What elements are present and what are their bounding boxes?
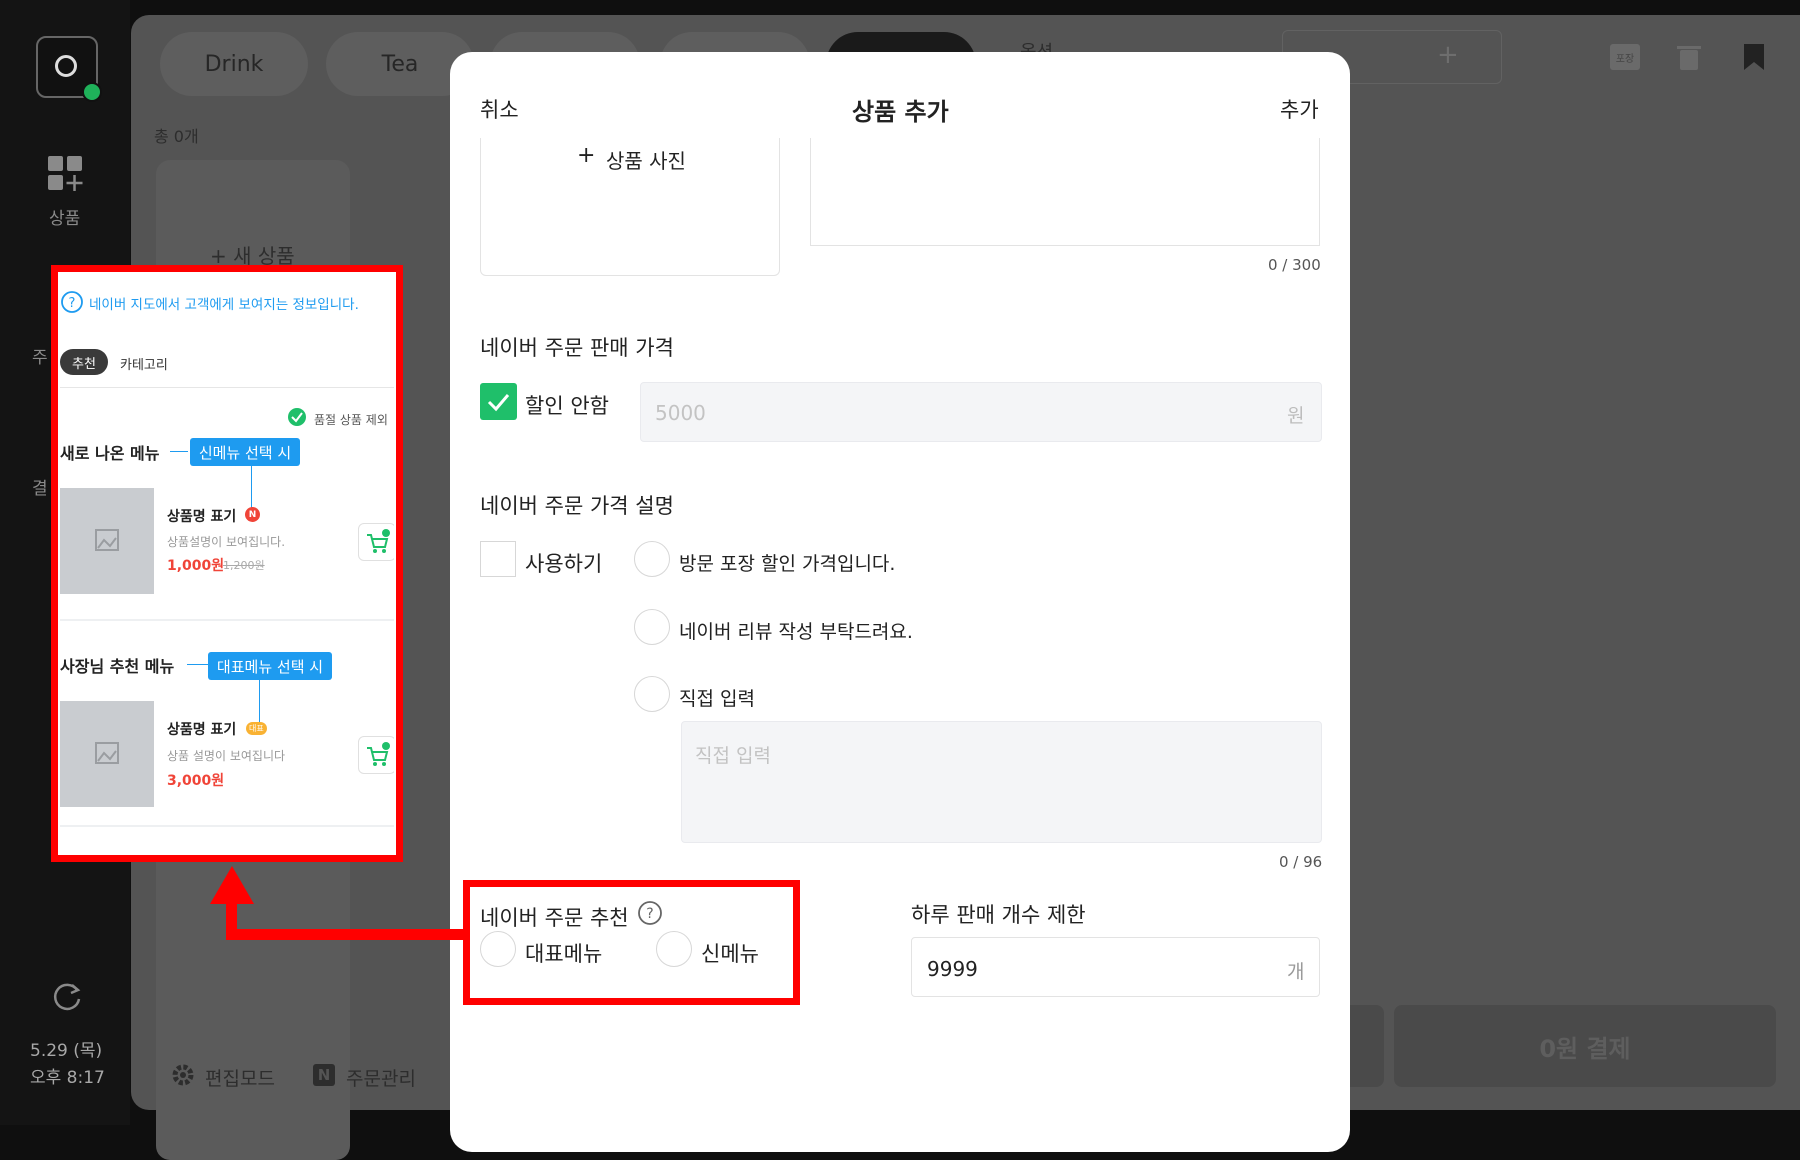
sidebar-item-payment-stub[interactable]: 결 [32,474,48,499]
cancel-button[interactable]: 취소 [480,94,519,124]
connector-line [170,451,188,452]
preview-item1-name: 상품명 표기 [167,509,237,525]
daily-limit-label: 하루 판매 개수 제한 [911,903,1086,927]
divider [60,825,394,827]
arrow-vertical-bar [226,900,237,940]
divider [60,619,394,621]
preview-tab-category: 카테고리 [120,358,168,373]
image-placeholder-icon [95,742,119,764]
preview-owner-title: 사장님 추천 메뉴 [60,657,175,676]
rep-badge: 대표 [246,722,267,735]
connector-line [187,664,209,665]
preview-item-image [60,488,154,594]
price-desc-section-title: 네이버 주문 가격 설명 [480,494,674,518]
time-label: 오후 8:17 [30,1068,105,1088]
option-radio-visit[interactable] [634,541,670,577]
cart-icon [358,523,394,561]
daily-limit-unit: 개 [1287,961,1305,983]
refresh-icon[interactable] [50,980,84,1014]
naver-map-preview: ? 네이버 지도에서 고객에게 보여지는 정보입니다. 추천 카테고리 품절 상… [60,272,394,854]
custom-text-input[interactable] [681,721,1322,843]
option-label-visit[interactable]: 방문 포장 할인 가격입니다. [679,549,895,576]
image-placeholder-icon [95,529,119,551]
preview-info-text: 네이버 지도에서 고객에게 보여지는 정보입니다. [89,297,359,313]
order-manage-button[interactable]: 주문관리 [346,1064,416,1091]
preview-item2-price: 3,000원 [167,773,225,789]
pay-button[interactable]: 0원 결제 [1394,1005,1776,1087]
preview-item-image [60,701,154,807]
arrow-horizontal-bar [226,929,466,940]
price-input[interactable] [640,382,1322,442]
connector-line [259,680,260,724]
recommend-highlight-box [463,880,800,1005]
date-label: 5.29 (목) [30,1041,103,1061]
preview-item2-name: 상품명 표기 [167,722,237,738]
description-counter: 0 / 300 [1268,256,1321,274]
preview-item2-desc: 상품 설명이 보여집니다 [167,749,286,763]
custom-counter: 0 / 96 [1279,853,1323,871]
logo-mark-icon [55,55,77,77]
no-discount-label[interactable]: 할인 안함 [525,390,609,420]
soldout-check-icon [288,408,306,426]
gear-icon [172,1064,194,1086]
add-button[interactable]: 추가 [1280,94,1319,124]
connector-line [251,466,252,510]
total-count: 총 0개 [154,127,199,146]
description-textarea[interactable] [810,138,1320,246]
products-grid-icon[interactable] [46,154,86,192]
option-label-custom[interactable]: 직접 입력 [679,684,755,711]
info-icon: ? [61,291,83,313]
side-action-block[interactable] [1350,1005,1384,1087]
custom-placeholder: 직접 입력 [695,745,771,767]
preview-rep-tag: 대표메뉴 선택 시 [208,652,332,680]
daily-limit-value: 9999 [927,957,978,981]
preview-new-tag: 신메뉴 선택 시 [190,438,300,466]
use-label[interactable]: 사용하기 [525,548,602,578]
price-section-title: 네이버 주문 판매 가격 [480,336,674,360]
svg-text:?: ? [69,296,76,311]
price-unit: 원 [1287,405,1305,427]
preview-new-menu-title: 새로 나온 메뉴 [60,444,160,463]
plus-icon: + [577,143,596,168]
bookmark-icon[interactable] [1742,43,1766,71]
preview-item1-desc: 상품설명이 보여집니다. [167,535,286,549]
online-status-dot [82,82,102,102]
photo-upload-label[interactable]: 상품 사진 [606,145,686,174]
check-icon [487,394,510,412]
modal-title: 상품 추가 [852,98,949,126]
sidebar-item-products[interactable]: 상품 [49,204,80,229]
naver-n-icon: N [313,1064,335,1086]
option-label-review[interactable]: 네이버 리뷰 작성 부탁드려요. [679,617,913,644]
no-discount-checkbox[interactable] [480,383,517,420]
use-checkbox[interactable] [480,541,516,577]
preview-soldout-label: 품절 상품 제외 [314,413,388,427]
preview-tab-recommend: 추천 [60,349,108,375]
preview-item1-old-price: 1,200원 [223,559,265,572]
option-radio-custom[interactable] [634,676,670,712]
sidebar-item-orders-stub[interactable]: 주 [32,343,48,368]
tab-drink[interactable]: Drink [160,32,308,96]
arrow-up-icon [210,866,254,904]
new-badge-icon: N [245,507,260,522]
preview-item1-price: 1,000원 [167,558,225,574]
cart-icon [358,736,394,774]
divider [60,387,394,388]
trash-icon[interactable] [1676,43,1702,71]
plus-icon[interactable]: + [1437,40,1459,70]
pack-icon[interactable]: 포장 [1610,44,1640,70]
option-radio-review[interactable] [634,609,670,645]
price-value: 5000 [655,401,706,425]
edit-mode-button[interactable]: 편집모드 [205,1064,275,1091]
